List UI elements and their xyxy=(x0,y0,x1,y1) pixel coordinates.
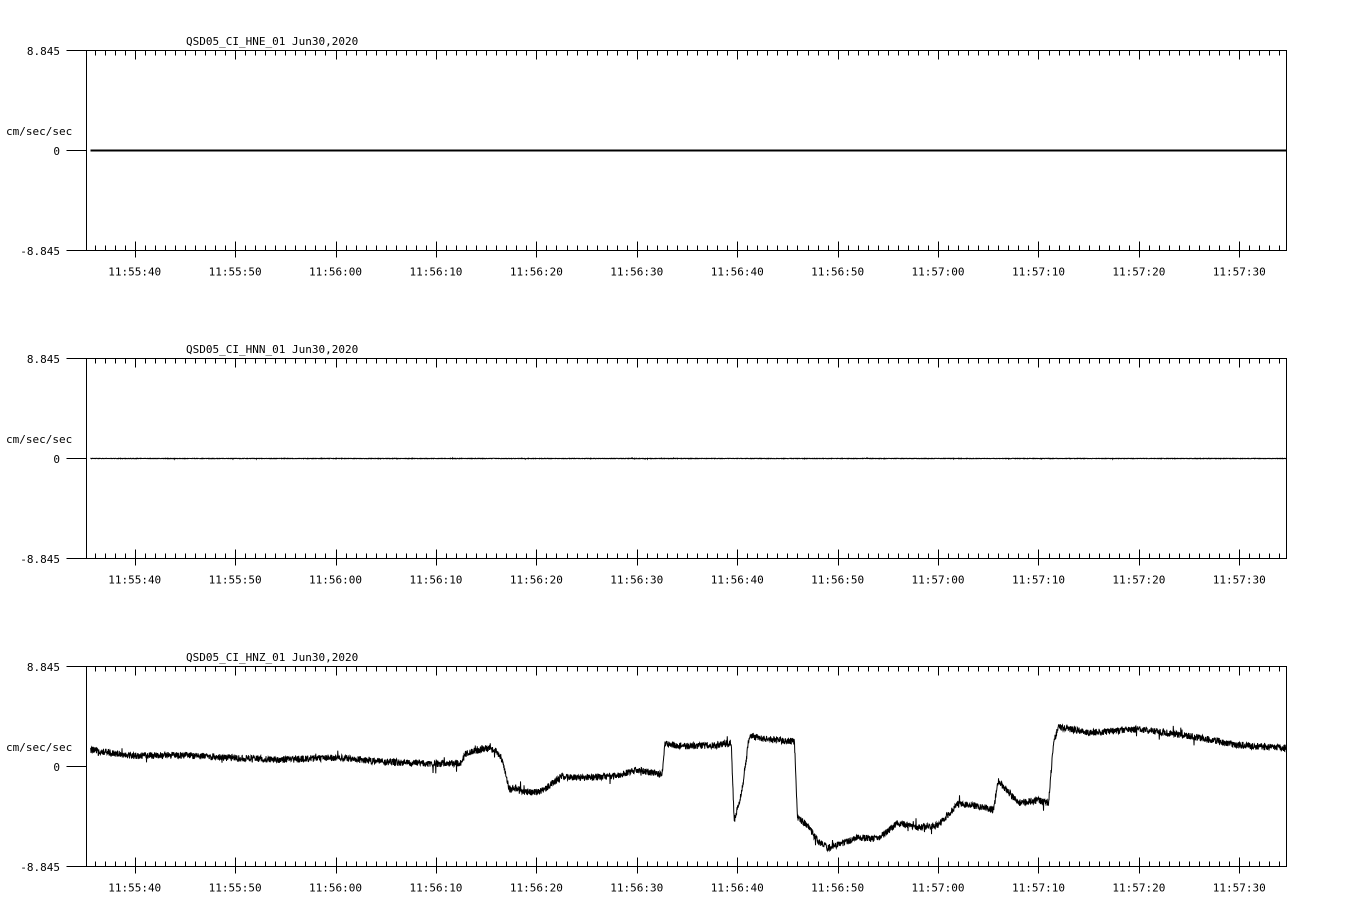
x-tick-label: 11:57:30 xyxy=(1213,882,1266,895)
y-tick-label-max: 8.845 xyxy=(27,661,60,674)
plot-frame xyxy=(86,666,1287,867)
x-tick-label: 11:57:20 xyxy=(1112,882,1165,895)
x-tick-label: 11:57:00 xyxy=(912,266,965,279)
x-tick-labels: 11:55:40 11:55:50 11:56:00 11:56:10 11:56:20… xyxy=(108,882,1266,895)
x-tick-label: 11:56:10 xyxy=(409,266,462,279)
panel-title: QSD05_CI_HNN_01 Jun30,2020 xyxy=(186,343,358,356)
x-tick-label: 11:57:20 xyxy=(1112,574,1165,587)
x-tick-label: 11:56:40 xyxy=(711,266,764,279)
x-ticks xyxy=(95,666,1280,874)
x-tick-label: 11:56:00 xyxy=(309,574,362,587)
x-tick-label: 11:56:10 xyxy=(409,574,462,587)
x-tick-label: 11:56:30 xyxy=(610,574,663,587)
x-tick-label: 11:56:20 xyxy=(510,882,563,895)
y-tick-label-min: -8.845 xyxy=(20,245,60,258)
x-tick-label: 11:55:40 xyxy=(108,266,161,279)
x-tick-label: 11:56:40 xyxy=(711,882,764,895)
x-tick-label: 11:56:30 xyxy=(610,882,663,895)
x-ticks xyxy=(95,50,1280,258)
y-axis-label: cm/sec/sec xyxy=(6,125,72,138)
x-tick-label: 11:56:50 xyxy=(811,266,864,279)
panel-title: QSD05_CI_HNE_01 Jun30,2020 xyxy=(186,35,358,48)
x-tick-label: 11:57:10 xyxy=(1012,574,1065,587)
x-tick-label: 11:55:50 xyxy=(209,574,262,587)
x-tick-label: 11:55:50 xyxy=(209,882,262,895)
x-tick-label: 11:56:20 xyxy=(510,574,563,587)
panel-hne: QSD05_CI_HNE_01 Jun30,2020 cm/sec/sec 8.… xyxy=(6,35,1287,279)
x-tick-labels: 11:55:40 11:55:50 11:56:00 11:56:10 11:56:20… xyxy=(108,574,1266,587)
x-tick-label: 11:57:00 xyxy=(912,882,965,895)
y-tick-label-zero: 0 xyxy=(53,761,60,774)
x-tick-label: 11:55:40 xyxy=(108,574,161,587)
x-tick-label: 11:55:50 xyxy=(209,266,262,279)
x-tick-label: 11:57:30 xyxy=(1213,266,1266,279)
panel-hnz: QSD05_CI_HNZ_01 Jun30,2020 cm/sec/sec 8.… xyxy=(6,651,1287,895)
x-tick-label: 11:57:10 xyxy=(1012,882,1065,895)
x-tick-labels: 11:55:40 11:55:50 11:56:00 11:56:10 11:56:20… xyxy=(108,266,1266,279)
x-tick-label: 11:57:30 xyxy=(1213,574,1266,587)
y-tick-label-min: -8.845 xyxy=(20,861,60,874)
panel-hnn: QSD05_CI_HNN_01 Jun30,2020 cm/sec/sec 8.… xyxy=(6,343,1287,587)
x-tick-label: 11:57:00 xyxy=(912,574,965,587)
x-tick-label: 11:56:00 xyxy=(309,266,362,279)
seismogram-figure: QSD05_CI_HNE_01 Jun30,2020 cm/sec/sec 8.… xyxy=(6,35,1287,895)
panel-title: QSD05_CI_HNZ_01 Jun30,2020 xyxy=(186,651,358,664)
x-tick-label: 11:56:40 xyxy=(711,574,764,587)
y-tick-label-max: 8.845 xyxy=(27,45,60,58)
trace-line xyxy=(90,456,1287,461)
x-ticks xyxy=(95,358,1280,566)
x-tick-label: 11:56:00 xyxy=(309,882,362,895)
x-tick-label: 11:56:50 xyxy=(811,882,864,895)
y-axis-label: cm/sec/sec xyxy=(6,741,72,754)
x-tick-label: 11:56:30 xyxy=(610,266,663,279)
y-tick-label-zero: 0 xyxy=(53,145,60,158)
trace-line xyxy=(90,723,1287,853)
y-axis-label: cm/sec/sec xyxy=(6,433,72,446)
x-tick-label: 11:56:50 xyxy=(811,574,864,587)
y-tick-label-zero: 0 xyxy=(53,453,60,466)
y-tick-label-max: 8.845 xyxy=(27,353,60,366)
x-tick-label: 11:56:20 xyxy=(510,266,563,279)
y-tick-label-min: -8.845 xyxy=(20,553,60,566)
x-tick-label: 11:55:40 xyxy=(108,882,161,895)
x-tick-label: 11:57:20 xyxy=(1112,266,1165,279)
x-tick-label: 11:56:10 xyxy=(409,882,462,895)
x-tick-label: 11:57:10 xyxy=(1012,266,1065,279)
